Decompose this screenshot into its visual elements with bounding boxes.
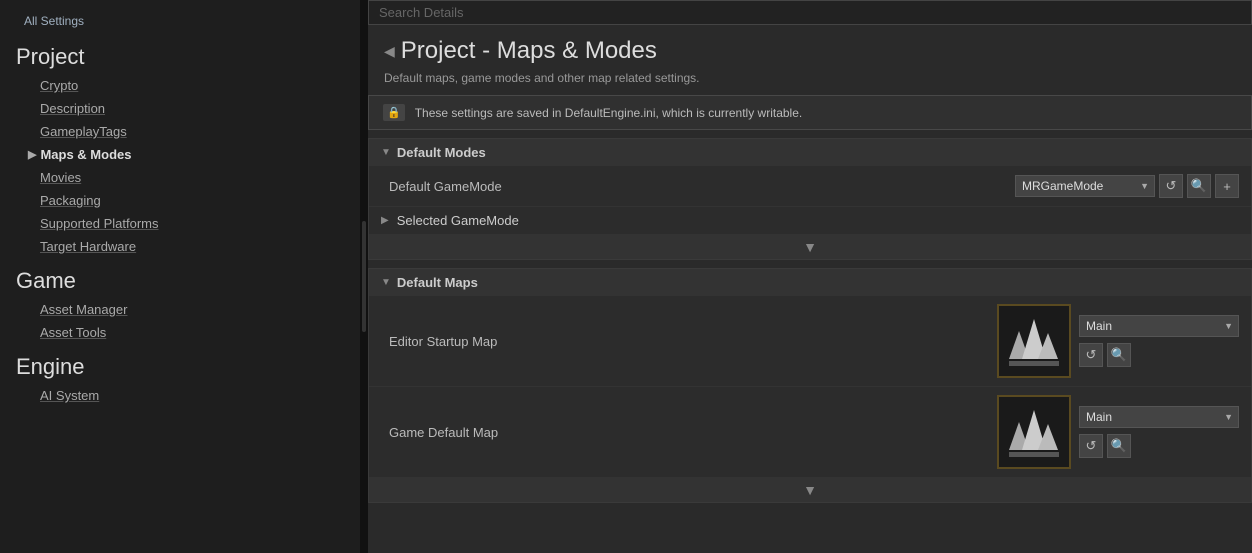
game-default-map-controls: Main Default None ↺ 🔍: [1079, 406, 1239, 458]
default-modes-header[interactable]: ▼ Default Modes: [369, 139, 1251, 166]
reset-gamemode-button[interactable]: ↺: [1159, 174, 1183, 198]
search-input[interactable]: [368, 0, 1252, 25]
sidebar-item-maps-modes[interactable]: ▶ Maps & Modes: [0, 143, 360, 166]
editor-startup-map-select-wrap: Main Default None: [1079, 315, 1239, 337]
add-gamemode-button[interactable]: +: [1215, 174, 1239, 198]
active-arrow-icon: ▶: [28, 148, 36, 161]
info-bar-text: These settings are saved in DefaultEngin…: [415, 106, 803, 120]
reset-game-map-button[interactable]: ↺: [1079, 434, 1103, 458]
selected-gamemode-label: Selected GameMode: [397, 213, 519, 228]
maps-scroll-down-icon[interactable]: ▼: [803, 482, 817, 498]
expand-selected-gamemode-icon[interactable]: ▶: [381, 215, 389, 226]
sidebar-divider: [360, 0, 368, 553]
selected-gamemode-row: ▶ Selected GameMode: [369, 207, 1251, 235]
maps-scroll-indicator: ▼: [369, 478, 1251, 502]
default-gamemode-label: Default GameMode: [381, 179, 1007, 194]
editor-startup-map-controls: Main Default None ↺ 🔍: [1079, 315, 1239, 367]
default-modes-label: Default Modes: [397, 145, 486, 160]
editor-startup-map-label: Editor Startup Map: [381, 334, 989, 349]
default-modes-body: Default GameMode MRGameMode GameMode Gam…: [369, 166, 1251, 259]
default-maps-header[interactable]: ▼ Default Maps: [369, 269, 1251, 296]
page-subtitle: Default maps, game modes and other map r…: [368, 69, 1252, 95]
editor-startup-map-thumbnail: [997, 304, 1071, 378]
info-bar: 🔒 These settings are saved in DefaultEng…: [368, 95, 1252, 130]
sidebar-item-movies[interactable]: Movies: [0, 166, 360, 189]
game-default-map-thumbnail: [997, 395, 1071, 469]
all-settings-link[interactable]: All Settings: [0, 8, 360, 34]
game-default-map-select[interactable]: Main Default None: [1079, 406, 1239, 428]
content-area: ◀ Project - Maps & Modes Default maps, g…: [368, 25, 1252, 553]
page-title-arrow-icon: ◀: [384, 43, 395, 60]
map-thumbnail-svg: [1004, 311, 1064, 371]
game-default-map-label: Game Default Map: [381, 425, 989, 440]
sidebar-item-ai-system[interactable]: AI System: [0, 384, 360, 407]
sidebar-item-asset-tools[interactable]: Asset Tools: [0, 321, 360, 344]
sidebar-item-label: Maps & Modes: [40, 147, 131, 162]
page-title: Project - Maps & Modes: [401, 37, 657, 65]
modes-scroll-down-icon[interactable]: ▼: [803, 239, 817, 255]
reset-editor-map-button[interactable]: ↺: [1079, 343, 1103, 367]
sidebar-item-description[interactable]: Description: [0, 97, 360, 120]
default-maps-label: Default Maps: [397, 275, 478, 290]
editor-startup-map-select[interactable]: Main Default None: [1079, 315, 1239, 337]
main-content: ◀ Project - Maps & Modes Default maps, g…: [368, 0, 1252, 553]
default-gamemode-select[interactable]: MRGameMode GameMode GameModeBase: [1015, 175, 1155, 197]
game-section-header: Game: [0, 258, 360, 298]
project-section-header: Project: [0, 34, 360, 74]
game-default-map-row: Game Default Map: [369, 387, 1251, 478]
default-gamemode-select-wrap: MRGameMode GameMode GameModeBase: [1015, 175, 1155, 197]
sidebar-item-target-hardware[interactable]: Target Hardware: [0, 235, 360, 258]
lock-icon: 🔒: [383, 104, 405, 121]
search-game-map-button[interactable]: 🔍: [1107, 434, 1131, 458]
search-gamemode-button[interactable]: 🔍: [1187, 174, 1211, 198]
default-maps-section: ▼ Default Maps Editor Startup Map: [368, 268, 1252, 503]
search-editor-map-button[interactable]: 🔍: [1107, 343, 1131, 367]
sidebar-item-packaging[interactable]: Packaging: [0, 189, 360, 212]
game-map-thumbnail-svg: [1004, 402, 1064, 462]
default-gamemode-row: Default GameMode MRGameMode GameMode Gam…: [369, 166, 1251, 207]
sidebar-item-crypto[interactable]: Crypto: [0, 74, 360, 97]
sidebar-item-supported-platforms[interactable]: Supported Platforms: [0, 212, 360, 235]
modes-scroll-indicator: ▼: [369, 235, 1251, 259]
default-gamemode-controls: MRGameMode GameMode GameModeBase ↺ 🔍 +: [1015, 174, 1239, 198]
sidebar: All Settings Project Crypto Description …: [0, 0, 360, 553]
default-modes-section: ▼ Default Modes Default GameMode MRGameM…: [368, 138, 1252, 260]
engine-section-header: Engine: [0, 344, 360, 384]
game-default-map-select-wrap: Main Default None: [1079, 406, 1239, 428]
collapse-modes-icon: ▼: [381, 147, 391, 158]
sidebar-item-gameplay-tags[interactable]: GameplayTags: [0, 120, 360, 143]
collapse-maps-icon: ▼: [381, 277, 391, 288]
editor-startup-map-row: Editor Startup Map: [369, 296, 1251, 387]
default-maps-body: Editor Startup Map: [369, 296, 1251, 502]
page-title-row: ◀ Project - Maps & Modes: [368, 25, 1252, 69]
sidebar-item-asset-manager[interactable]: Asset Manager: [0, 298, 360, 321]
